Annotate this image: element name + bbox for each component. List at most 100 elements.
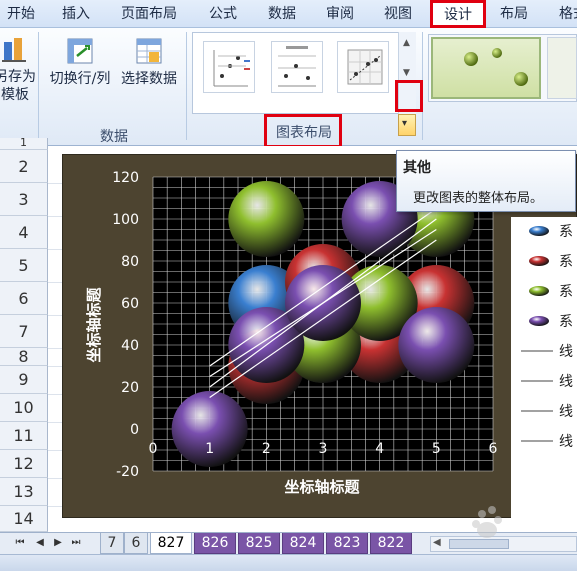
tab-formulas[interactable]: 公式: [203, 0, 243, 28]
select-data-button[interactable]: 选择数据: [118, 36, 180, 88]
save-template-icon: [2, 38, 26, 62]
sheet-tab-7[interactable]: 7: [100, 533, 124, 554]
tab-insert[interactable]: 插入: [56, 0, 96, 28]
x-tick-label: 3: [319, 441, 328, 457]
legend-entry-label[interactable]: 线: [559, 374, 573, 390]
tab-page-layout[interactable]: 页面布局: [114, 0, 184, 28]
layout-2-icon: [278, 46, 316, 87]
next-sheet-icon[interactable]: ▶: [52, 537, 64, 551]
row-header-4[interactable]: 4: [0, 216, 48, 249]
baidu-logo-watermark: [472, 506, 502, 538]
chart-layout-thumb-1[interactable]: [203, 41, 255, 93]
last-sheet-icon[interactable]: ⏭: [70, 537, 82, 551]
data-group-label: 数据: [100, 129, 128, 145]
tab-data[interactable]: 数据: [262, 0, 302, 28]
row-header-3[interactable]: 3: [0, 183, 48, 216]
x-axis-title[interactable]: 坐标轴标题: [284, 478, 360, 496]
status-bar: [0, 554, 577, 571]
row-header-1[interactable]: 1: [0, 137, 48, 150]
prev-sheet-icon[interactable]: ◀: [34, 537, 46, 551]
y-tick-label: -20: [116, 464, 139, 480]
legend-bubble-marker: [529, 256, 549, 266]
sheet-tab-823[interactable]: 823: [326, 533, 368, 554]
tab-review[interactable]: 审阅: [320, 0, 360, 28]
group-separator: [38, 32, 39, 140]
chart-layout-thumb-2[interactable]: [271, 41, 323, 93]
tab-view[interactable]: 视图: [378, 0, 418, 28]
row-header-12[interactable]: 12: [0, 450, 48, 478]
row-header-2[interactable]: 2: [0, 150, 48, 183]
layout-3-icon: [347, 49, 383, 85]
sheet-tab-824[interactable]: 824: [282, 533, 324, 554]
tab-home[interactable]: 开始: [2, 0, 40, 28]
save-template-label-1: 另存为: [0, 69, 36, 85]
legend-entry-label[interactable]: 线: [559, 344, 573, 360]
chart-layout-thumb-3[interactable]: [337, 41, 389, 93]
legend-bubble-marker: [529, 286, 549, 296]
more-dropdown-icon: ▾: [402, 118, 408, 129]
first-sheet-icon[interactable]: ⏮: [14, 537, 26, 551]
more-layouts-button[interactable]: ▾: [398, 114, 416, 136]
sheet-tab-6[interactable]: 6: [124, 533, 148, 554]
tab-layout[interactable]: 布局: [494, 0, 534, 28]
switch-row-column-label: 切换行/列: [49, 71, 111, 87]
x-tick-label: 0: [149, 441, 158, 457]
tooltip-title: 其他: [403, 160, 431, 176]
row-header-7[interactable]: 7: [0, 315, 48, 348]
chart-layout-group-label: 图表布局: [276, 125, 332, 141]
group-separator: [422, 32, 423, 140]
sheet-tab-827[interactable]: 827: [150, 533, 192, 554]
sheet-tab-825[interactable]: 825: [238, 533, 280, 554]
select-data-icon: [136, 38, 162, 64]
sheet-tab-822[interactable]: 822: [370, 533, 412, 554]
gallery-scroll-column: ▲ ▼: [398, 32, 416, 114]
y-tick-label: 0: [130, 422, 139, 438]
legend-entry-label[interactable]: 线: [559, 434, 573, 450]
legend-entry-label[interactable]: 线: [559, 404, 573, 420]
legend-entry-label[interactable]: 系: [559, 254, 573, 270]
legend-bubble-marker: [529, 316, 549, 326]
row-header-14[interactable]: 14: [0, 506, 48, 532]
x-tick-label: 5: [432, 441, 441, 457]
chart-style-bubbles-icon: [464, 48, 528, 86]
x-tick-label: 1: [205, 441, 214, 457]
y-tick-label: 120: [112, 170, 139, 186]
ribbon-tab-bar: 开始 插入 页面布局 公式 数据 审阅 视图 设计 布局 格式: [0, 0, 577, 29]
chart-layout-gallery: [192, 32, 416, 114]
chart-style-thumb-2[interactable]: [547, 37, 577, 99]
y-tick-label: 40: [121, 338, 139, 354]
row-header-13[interactable]: 13: [0, 478, 48, 506]
save-as-template-button[interactable]: 另存为 模板: [0, 36, 36, 104]
bubble-point[interactable]: [398, 307, 475, 383]
tab-format[interactable]: 格式: [553, 0, 577, 28]
x-tick-label: 2: [262, 441, 271, 457]
row-header-8[interactable]: 8: [0, 348, 48, 366]
row-header-5[interactable]: 5: [0, 249, 48, 282]
bubble-point[interactable]: [228, 181, 305, 257]
scroll-up-icon[interactable]: ▲: [403, 38, 410, 48]
chart-style-thumb-1[interactable]: [431, 37, 541, 99]
switch-row-column-icon: [67, 38, 93, 64]
y-axis-title[interactable]: 坐标轴标题: [85, 287, 103, 363]
row-header-9[interactable]: 9: [0, 366, 48, 394]
legend-entry-label[interactable]: 系: [559, 284, 573, 300]
y-tick-label: 100: [112, 212, 139, 228]
tab-design[interactable]: 设计: [432, 0, 484, 29]
row-header-11[interactable]: 11: [0, 422, 48, 450]
chart-styles-gallery: [428, 34, 577, 102]
legend-entry-label[interactable]: 系: [559, 224, 573, 240]
legend-entry-label[interactable]: 系: [559, 314, 573, 330]
save-template-label-2: 模板: [1, 87, 29, 103]
scroll-left-icon[interactable]: ◀: [433, 537, 441, 548]
legend-bubble-marker: [529, 226, 549, 236]
sheet-tab-826[interactable]: 826: [194, 533, 236, 554]
ribbon-panel: 另存为 模板 切换行/列 选择数据 数据 ▲ ▼ ▾ 图表布局: [0, 28, 577, 146]
layout-1-icon: [213, 50, 250, 87]
y-tick-label: 80: [121, 254, 139, 270]
scroll-down-icon[interactable]: ▼: [403, 68, 410, 78]
switch-row-column-button[interactable]: 切换行/列: [44, 36, 116, 88]
tooltip: 其他 更改图表的整体布局。: [396, 150, 576, 212]
row-header-6[interactable]: 6: [0, 282, 48, 315]
y-tick-label: 60: [121, 296, 139, 312]
row-header-10[interactable]: 10: [0, 394, 48, 422]
